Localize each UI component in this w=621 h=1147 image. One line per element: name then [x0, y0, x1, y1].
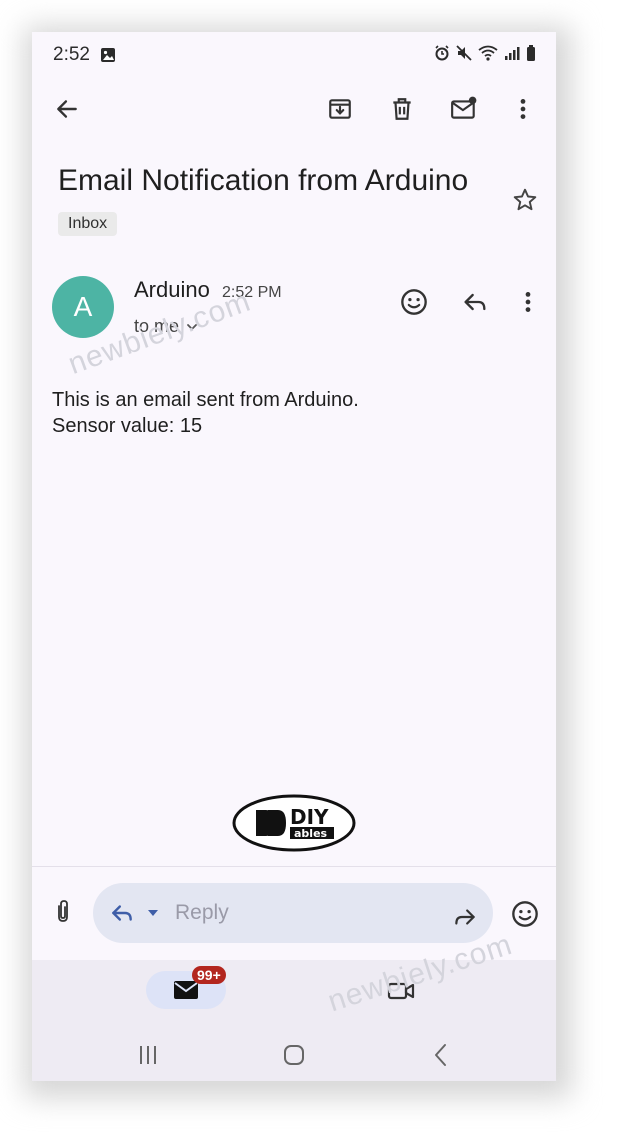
- alarm-icon: [434, 45, 450, 61]
- reply-box[interactable]: Reply: [93, 883, 493, 943]
- star-icon[interactable]: [511, 186, 539, 214]
- caret-down-icon[interactable]: [145, 905, 161, 921]
- message-more-icon[interactable]: [513, 287, 543, 317]
- unread-badge: 99+: [192, 966, 226, 984]
- attach-icon[interactable]: [50, 899, 76, 925]
- bottom-nav: 99+: [32, 960, 556, 1081]
- back-arrow-icon[interactable]: [52, 94, 82, 124]
- mark-unread-icon[interactable]: [449, 94, 479, 124]
- email-subject: Email Notification from Arduino: [58, 164, 469, 197]
- reply-placeholder: Reply: [175, 901, 229, 924]
- body-line: Sensor value: 15: [52, 415, 203, 437]
- archive-icon[interactable]: [325, 94, 355, 124]
- status-time: 2:52: [53, 44, 90, 65]
- status-icons: [434, 45, 536, 61]
- divider: [32, 866, 556, 867]
- logo-text-ables: ables: [294, 827, 328, 840]
- reply-icon[interactable]: [460, 287, 490, 317]
- more-vert-icon[interactable]: [508, 94, 538, 124]
- wifi-icon: [478, 45, 498, 61]
- label-chip-inbox[interactable]: Inbox: [58, 212, 118, 236]
- system-nav: [32, 1040, 556, 1080]
- emoji-react-icon[interactable]: [399, 287, 429, 317]
- logo-text-diy: DIY: [290, 805, 329, 829]
- recents-icon[interactable]: [133, 1040, 163, 1070]
- emoji-icon[interactable]: [510, 899, 540, 929]
- phone-screen: 2:52 Email Notification from Arduino Inb…: [32, 32, 556, 1081]
- forward-icon[interactable]: [452, 904, 478, 930]
- status-bar: 2:52: [32, 32, 556, 76]
- trash-icon[interactable]: [387, 94, 417, 124]
- back-icon[interactable]: [426, 1040, 456, 1070]
- sender-name: Arduino: [134, 277, 210, 302]
- battery-icon: [526, 45, 536, 61]
- home-icon[interactable]: [279, 1040, 309, 1070]
- signal-icon: [504, 45, 520, 61]
- mute-icon: [456, 45, 472, 61]
- body-line: This is an email sent from Arduino.: [52, 389, 359, 411]
- diyables-logo: DIY ables: [232, 794, 356, 852]
- mail-icon: [173, 980, 199, 1000]
- image-icon: [100, 47, 116, 68]
- avatar[interactable]: A: [52, 276, 114, 338]
- reply-icon[interactable]: [109, 900, 135, 926]
- email-body: This is an email sent from Arduino. Sens…: [52, 387, 359, 439]
